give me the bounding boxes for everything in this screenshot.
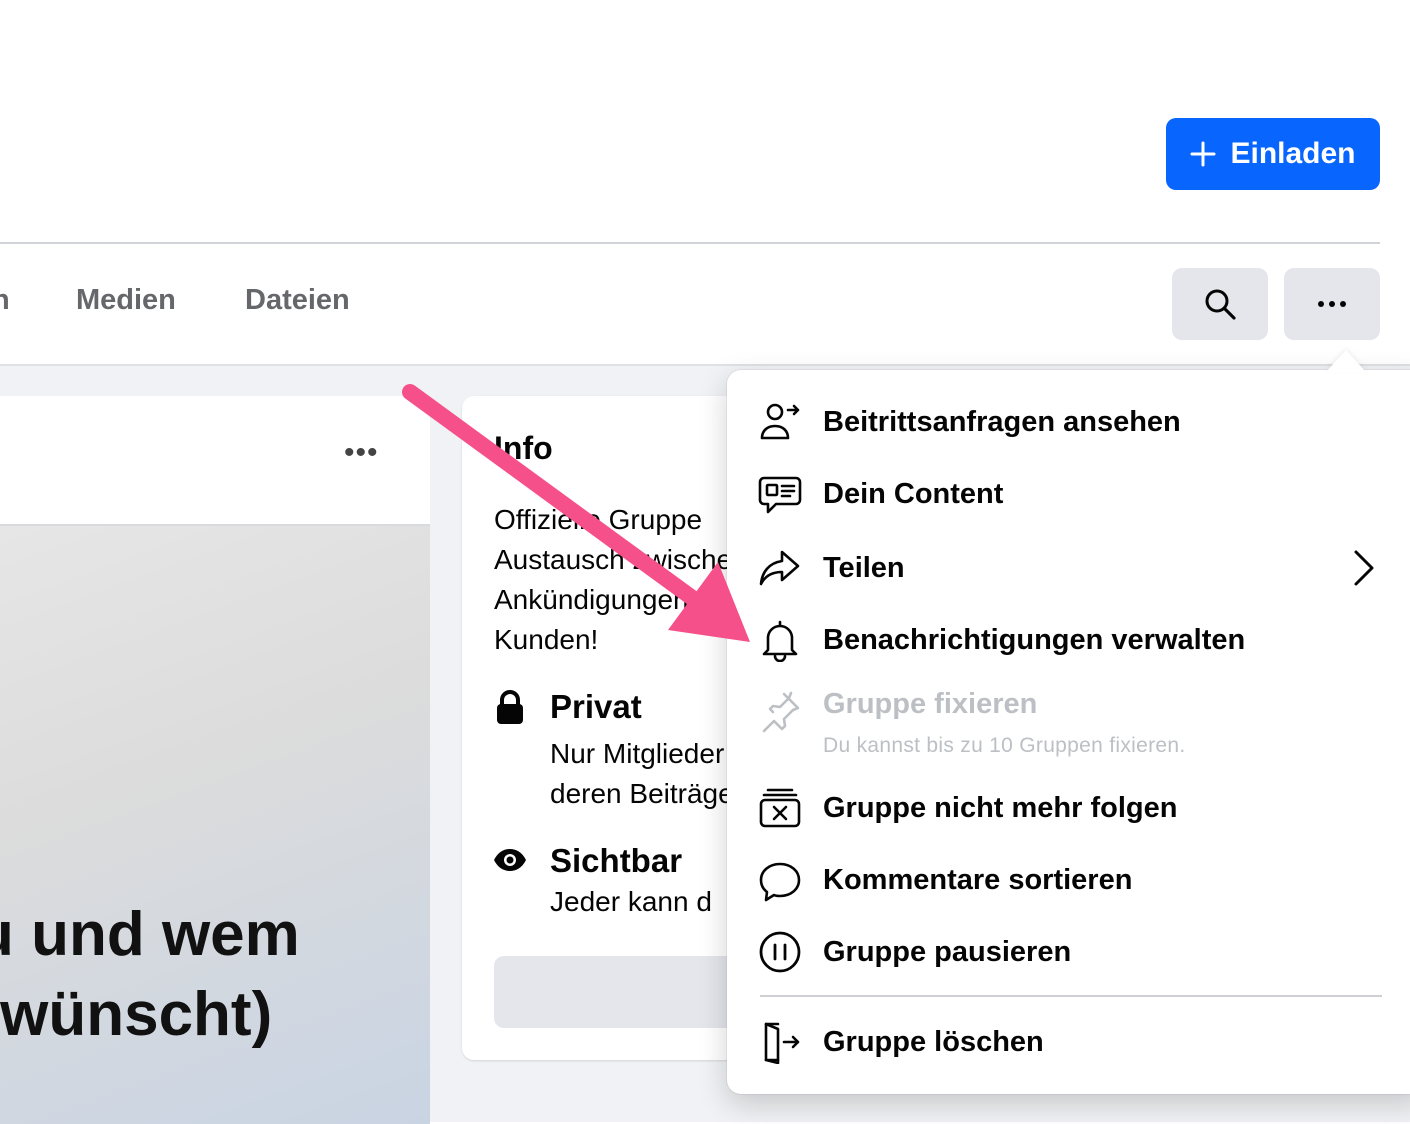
unfollow-icon: [759, 788, 801, 828]
menu-item-share[interactable]: Teilen: [727, 534, 1410, 600]
menu-item-delete-group[interactable]: Gruppe löschen: [727, 1008, 1410, 1074]
info-more-button[interactable]: [494, 956, 744, 1028]
search-icon: [1205, 289, 1236, 320]
menu-item-label: Kommentare sortieren: [823, 864, 1133, 896]
info-description-line: Ankündigungen: [494, 584, 689, 615]
info-description: Offizielle Gruppe Austausch zwischen Ank…: [494, 500, 748, 660]
eye-icon: [494, 849, 526, 871]
more-options-button[interactable]: [1284, 268, 1380, 340]
comment-icon: [759, 862, 801, 902]
menu-item-sublabel: Du kannst bis zu 10 Gruppen fixieren.: [823, 734, 1186, 757]
menu-item-pin-group: Gruppe fixieren Du kannst bis zu 10 Grup…: [727, 678, 1410, 774]
menu-item-sort-comments[interactable]: Kommentare sortieren: [727, 848, 1410, 914]
menu-item-label: Beitrittsanfragen ansehen: [823, 406, 1181, 438]
lock-icon: [497, 690, 523, 724]
privacy-text-line: Nur Mitglieder: [550, 738, 725, 769]
invite-label: Einladen: [1230, 137, 1356, 170]
menu-item-label: Gruppe nicht mehr folgen: [823, 792, 1178, 824]
search-button[interactable]: [1172, 268, 1268, 340]
pin-icon: [762, 691, 800, 733]
bell-icon: [762, 620, 798, 662]
chevron-right-icon: [1354, 550, 1374, 586]
menu-item-label: Benachrichtigungen verwalten: [823, 624, 1246, 656]
menu-item-label: Dein Content: [823, 478, 1004, 510]
info-title: Info: [494, 430, 553, 466]
menu-item-label: Gruppe fixieren: [823, 688, 1038, 720]
menu-separator: [760, 995, 1382, 997]
visibility-title: Sichtbar: [550, 842, 683, 879]
invite-button[interactable]: Einladen: [1166, 118, 1380, 190]
more-horizontal-icon: [1318, 301, 1346, 307]
share-icon: [759, 550, 800, 586]
menu-item-label: Gruppe pausieren: [823, 936, 1072, 968]
privacy-text-line: deren Beiträge: [550, 778, 734, 809]
menu-item-label: Gruppe löschen: [823, 1026, 1044, 1058]
post-headline: u und wem rwünscht): [0, 900, 300, 1049]
privacy-title: Privat: [550, 688, 642, 725]
info-description-line: Austausch zwischen: [494, 544, 748, 575]
menu-item-label: Teilen: [823, 552, 905, 584]
privacy-text: Nur Mitglieder deren Beiträge: [550, 734, 734, 814]
leave-icon: [764, 1022, 800, 1064]
content-icon: [758, 476, 802, 514]
menu-caret: [1326, 350, 1366, 372]
info-description-line: Offizielle Gruppe: [494, 504, 703, 535]
info-description-line: Kunden!: [494, 624, 599, 655]
post-more-button[interactable]: •••: [344, 436, 379, 470]
tab-media[interactable]: Medien: [76, 284, 176, 317]
menu-item-join-requests[interactable]: Beitrittsanfragen ansehen: [727, 390, 1410, 456]
tab-partial[interactable]: n: [0, 284, 10, 317]
tab-files[interactable]: Dateien: [245, 284, 350, 317]
plus-icon: [1190, 141, 1216, 167]
menu-item-unfollow-group[interactable]: Gruppe nicht mehr folgen: [727, 776, 1410, 842]
visibility-text: Jeder kann d: [550, 886, 712, 917]
menu-item-your-content[interactable]: Dein Content: [727, 462, 1410, 528]
person-add-icon: [760, 403, 800, 440]
menu-item-pause-group[interactable]: Gruppe pausieren: [727, 920, 1410, 986]
pause-icon: [759, 931, 801, 973]
menu-item-manage-notifications[interactable]: Benachrichtigungen verwalten: [727, 606, 1410, 672]
